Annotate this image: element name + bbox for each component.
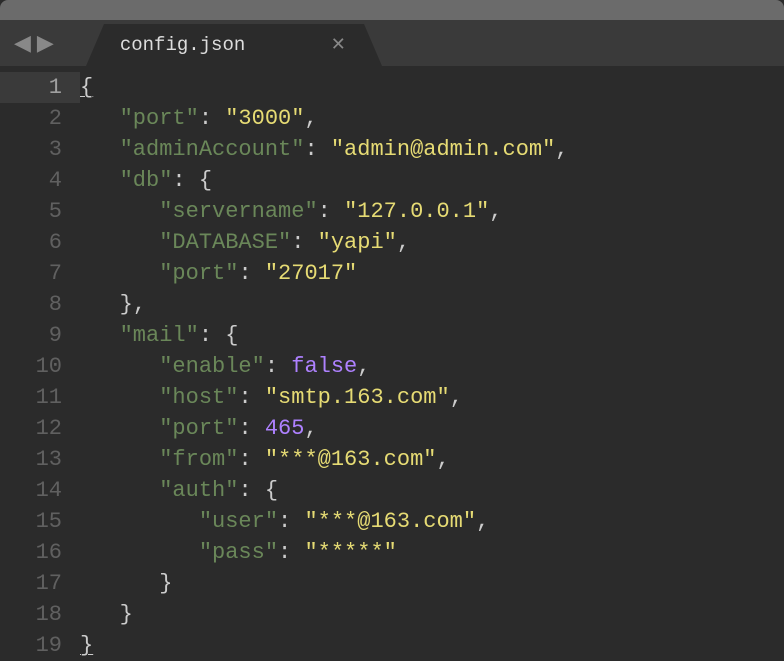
code-line: },	[80, 289, 784, 320]
json-key: "pass"	[199, 540, 278, 565]
line-number[interactable]: 9	[0, 320, 80, 351]
json-boolean: false	[291, 354, 357, 379]
nav-forward-icon[interactable]: ▶	[37, 34, 54, 56]
code-line: }	[80, 630, 784, 661]
line-number[interactable]: 10	[0, 351, 80, 382]
code-line: "user": "***@163.com",	[80, 506, 784, 537]
json-key: "auth"	[159, 478, 238, 503]
line-number[interactable]: 8	[0, 289, 80, 320]
json-key: "from"	[159, 447, 238, 472]
code-line: "mail": {	[80, 320, 784, 351]
brace: }	[80, 633, 93, 658]
code-line: }	[80, 599, 784, 630]
json-string: "smtp.163.com"	[265, 385, 450, 410]
line-number[interactable]: 14	[0, 475, 80, 506]
tab-bar: ◀ ▶ config.json ✕	[0, 20, 784, 66]
line-number[interactable]: 13	[0, 444, 80, 475]
line-number[interactable]: 19	[0, 630, 80, 661]
line-number[interactable]: 18	[0, 599, 80, 630]
line-number[interactable]: 11	[0, 382, 80, 413]
json-string: "admin@admin.com"	[331, 137, 555, 162]
code-area[interactable]: { "port": "3000", "adminAccount": "admin…	[80, 66, 784, 656]
json-string: "***@163.com"	[304, 509, 476, 534]
brace: }	[159, 571, 172, 596]
json-key: "enable"	[159, 354, 265, 379]
json-key: "port"	[120, 106, 199, 131]
line-number[interactable]: 12	[0, 413, 80, 444]
json-key: "user"	[199, 509, 278, 534]
line-number[interactable]: 1	[0, 72, 80, 103]
json-key: "adminAccount"	[120, 137, 305, 162]
line-number[interactable]: 4	[0, 165, 80, 196]
json-string: "*****"	[304, 540, 396, 565]
line-number[interactable]: 15	[0, 506, 80, 537]
line-number[interactable]: 2	[0, 103, 80, 134]
line-number[interactable]: 7	[0, 258, 80, 289]
line-number[interactable]: 6	[0, 227, 80, 258]
code-line: "pass": "*****"	[80, 537, 784, 568]
editor[interactable]: 1 2 3 4 5 6 7 8 9 10 11 12 13 14 15 16 1…	[0, 66, 784, 656]
json-key: "port"	[159, 416, 238, 441]
json-string: "3000"	[225, 106, 304, 131]
json-key: "mail"	[120, 323, 199, 348]
nav-arrows: ◀ ▶	[8, 34, 64, 66]
json-key: "port"	[159, 261, 238, 286]
json-string: "27017"	[265, 261, 357, 286]
json-key: "host"	[159, 385, 238, 410]
json-key: "DATABASE"	[159, 230, 291, 255]
brace: }	[120, 292, 133, 317]
code-line: "DATABASE": "yapi",	[80, 227, 784, 258]
brace: {	[80, 75, 93, 100]
close-icon[interactable]: ✕	[331, 34, 346, 56]
code-line: "enable": false,	[80, 351, 784, 382]
json-number: 465	[265, 416, 305, 441]
brace: {	[265, 478, 278, 503]
code-line: "port": "3000",	[80, 103, 784, 134]
json-key: "servername"	[159, 199, 317, 224]
code-line: "host": "smtp.163.com",	[80, 382, 784, 413]
tab-config-json[interactable]: config.json ✕	[104, 24, 364, 66]
json-string: "127.0.0.1"	[344, 199, 489, 224]
brace: {	[199, 168, 212, 193]
window-titlebar	[0, 0, 784, 20]
code-line: "port": "27017"	[80, 258, 784, 289]
code-line: "servername": "127.0.0.1",	[80, 196, 784, 227]
tab-title: config.json	[120, 34, 245, 56]
code-line: }	[80, 568, 784, 599]
gutter: 1 2 3 4 5 6 7 8 9 10 11 12 13 14 15 16 1…	[0, 66, 80, 656]
line-number[interactable]: 16	[0, 537, 80, 568]
json-key: "db"	[120, 168, 173, 193]
line-number[interactable]: 17	[0, 568, 80, 599]
json-string: "***@163.com"	[265, 447, 437, 472]
json-string: "yapi"	[318, 230, 397, 255]
code-line: "adminAccount": "admin@admin.com",	[80, 134, 784, 165]
line-number[interactable]: 3	[0, 134, 80, 165]
code-line: "db": {	[80, 165, 784, 196]
code-line: "from": "***@163.com",	[80, 444, 784, 475]
brace: {	[225, 323, 238, 348]
nav-back-icon[interactable]: ◀	[14, 34, 31, 56]
code-line: {	[80, 72, 784, 103]
code-line: "auth": {	[80, 475, 784, 506]
line-number[interactable]: 5	[0, 196, 80, 227]
brace: }	[120, 602, 133, 627]
code-line: "port": 465,	[80, 413, 784, 444]
